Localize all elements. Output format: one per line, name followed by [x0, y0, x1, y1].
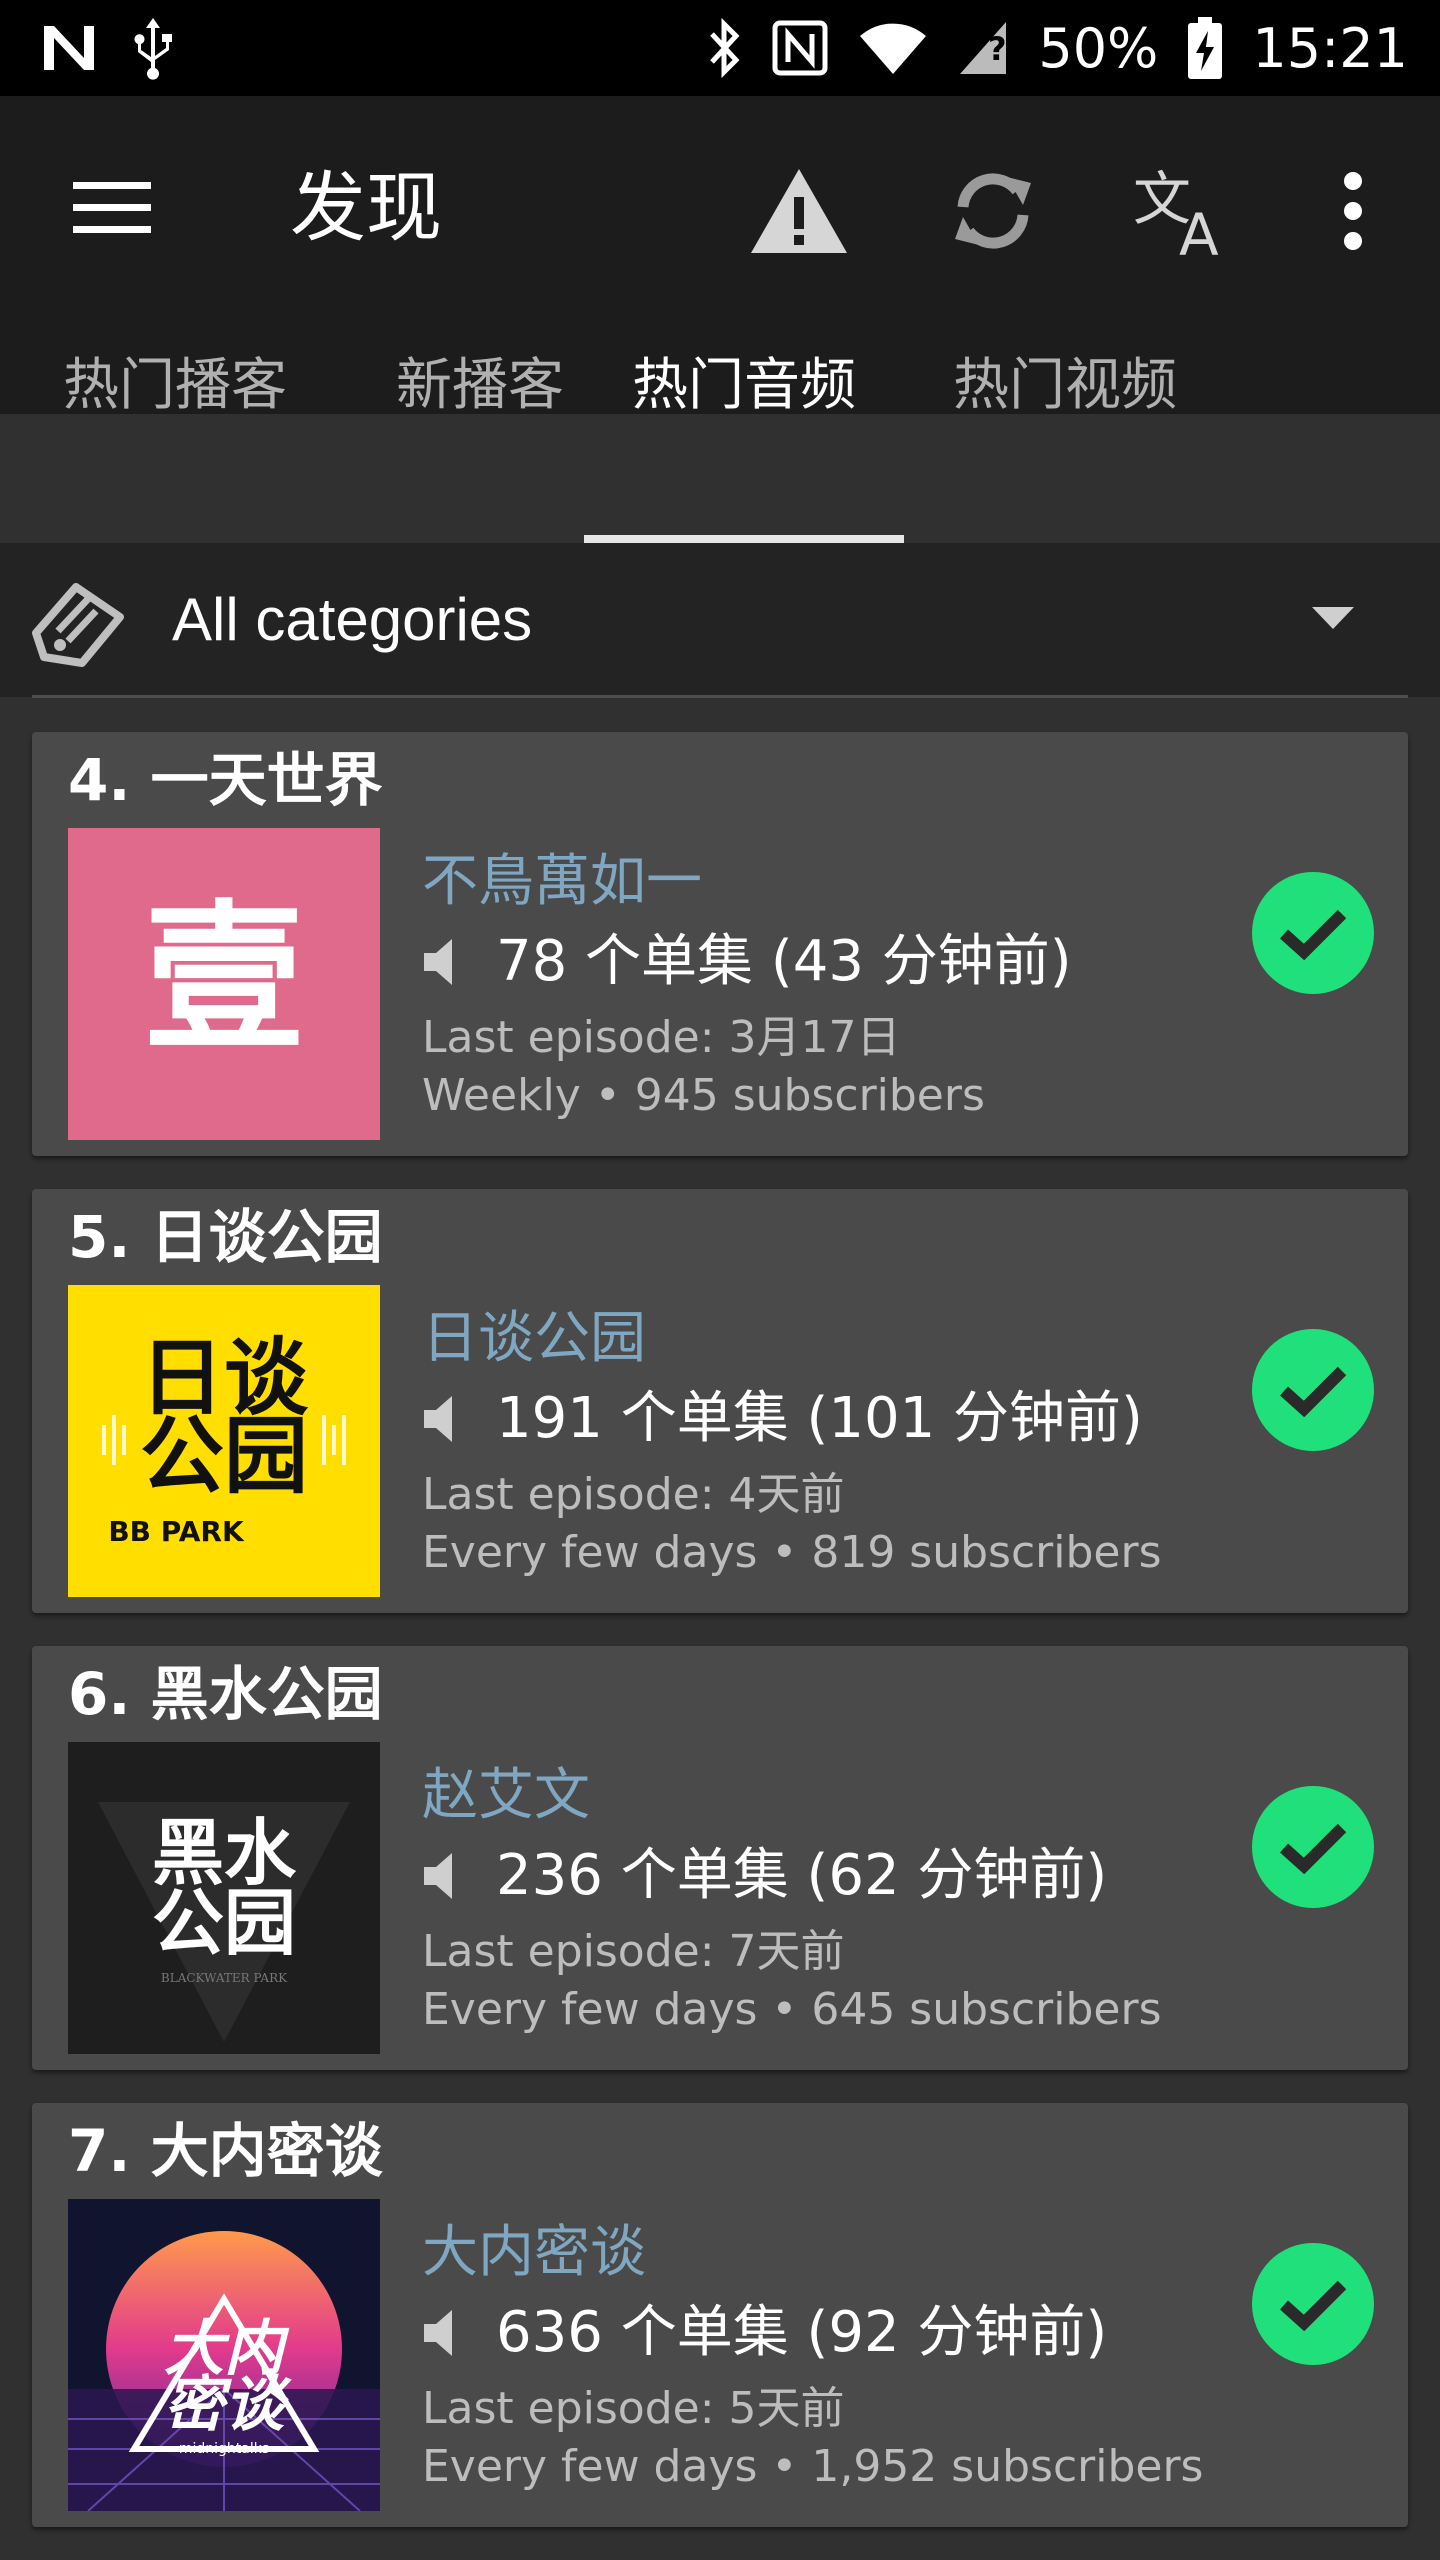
last-episode: Last episode: 4天前 [422, 1469, 845, 1520]
warning-icon[interactable] [744, 156, 854, 266]
podcast-card[interactable]: 4. 一天世界 壹 不鳥萬如一 78 个单集 (43 分钟前) Last epi… [32, 732, 1408, 1156]
podcast-author[interactable]: 赵艾文 [422, 1762, 590, 1830]
cover-art-text: 密谈 [164, 2370, 292, 2440]
speaker-icon [424, 1396, 452, 1442]
refresh-icon[interactable] [938, 156, 1048, 266]
translate-icon[interactable]: 文 A [1128, 156, 1238, 266]
nfc-icon [772, 20, 828, 76]
cover-art-text: midnightalks [179, 2441, 269, 2457]
status-time: 15:21 [1252, 16, 1408, 80]
svg-text:?: ? [988, 30, 1007, 68]
battery-percent: 50% [1038, 16, 1159, 80]
subscribed-check-icon[interactable] [1252, 1329, 1374, 1451]
svg-text:A: A [1179, 201, 1219, 259]
cover-art-text: 公园 [140, 1407, 308, 1505]
tab-bar: 热门播客 新播客 热门音频 热门视频 [0, 320, 1440, 440]
podcast-title: 6. 黑水公园 [68, 1660, 383, 1728]
cover-art-text: BB PARK [108, 1515, 245, 1548]
podcast-author[interactable]: 大内密谈 [422, 2219, 646, 2287]
tab-new-podcasts[interactable]: 新播客 [350, 320, 610, 440]
podcast-author[interactable]: 不鳥萬如一 [422, 848, 702, 916]
episode-count-text: 78 个单集 (43 分钟前) [496, 929, 1072, 994]
episode-count: 636 个单集 (92 分钟前) [422, 2299, 1107, 2367]
podcast-title: 7. 大内密谈 [68, 2117, 383, 2185]
cover-art-text: BLACKWATER PARK [161, 1971, 288, 1985]
frequency-subscribers: Weekly • 945 subscribers [422, 1070, 985, 1121]
speaker-icon [424, 1853, 452, 1899]
frequency-subscribers: Every few days • 1,952 subscribers [422, 2441, 1204, 2492]
page-title: 发现 [290, 163, 442, 252]
speaker-icon [424, 2310, 452, 2356]
wifi-icon [858, 20, 928, 76]
more-vert-icon[interactable] [1298, 156, 1408, 266]
cover-art-text: 壹 [144, 884, 304, 1072]
podcast-card[interactable]: 6. 黑水公园 黑水 公园 BLACKWATER PARK 赵艾文 236 个单… [32, 1646, 1408, 2070]
cover-art-text: 公园 [152, 1881, 296, 1965]
podcast-cover-art[interactable]: 日谈 公园 BB PARK [68, 1285, 380, 1597]
tab-top-podcasts[interactable]: 热门播客 [30, 320, 320, 440]
subscribed-check-icon[interactable] [1252, 2243, 1374, 2365]
subscribed-check-icon[interactable] [1252, 872, 1374, 994]
frequency-subscribers: Every few days • 645 subscribers [422, 1984, 1162, 2035]
notification-n-icon [40, 22, 98, 74]
podcast-card[interactable]: 7. 大内密谈 大内 密谈 midnightalks 大内密谈 636 个单集 … [32, 2103, 1408, 2527]
episode-count-text: 236 个单集 (62 分钟前) [496, 1843, 1108, 1908]
usb-icon [128, 16, 178, 80]
tab-top-video[interactable]: 热门视频 [920, 320, 1210, 440]
podcast-cover-art[interactable]: 黑水 公园 BLACKWATER PARK [68, 1742, 380, 2054]
episode-count: 236 个单集 (62 分钟前) [422, 1842, 1107, 1910]
status-bar: ? 50% 15:21 [0, 0, 1440, 96]
last-episode: Last episode: 7天前 [422, 1926, 845, 1977]
episode-count: 191 个单集 (101 分钟前) [422, 1385, 1143, 1453]
speaker-icon [424, 939, 452, 985]
signal-unknown-icon: ? [958, 20, 1008, 76]
active-tab-indicator [584, 535, 904, 543]
bluetooth-icon [706, 18, 742, 78]
tab-top-audio[interactable]: 热门音频 [584, 320, 904, 440]
subscribed-check-icon[interactable] [1252, 1786, 1374, 1908]
podcast-title: 4. 一天世界 [68, 746, 383, 814]
app-toolbar: 发现 文 A 热门播客 新播客 热门音频 热门视频 [0, 96, 1440, 418]
episode-count-text: 636 个单集 (92 分钟前) [496, 2300, 1108, 2365]
podcast-title: 5. 日谈公园 [68, 1203, 383, 1271]
tag-icon [30, 571, 126, 667]
podcast-cover-art[interactable]: 大内 密谈 midnightalks [68, 2199, 380, 2511]
podcast-author[interactable]: 日谈公园 [422, 1305, 646, 1373]
category-divider [32, 695, 1408, 698]
podcast-card[interactable]: 5. 日谈公园 日谈 公园 BB PARK 日谈公园 191 个单集 (101 … [32, 1189, 1408, 1613]
frequency-subscribers: Every few days • 819 subscribers [422, 1527, 1162, 1578]
menu-icon[interactable] [60, 156, 164, 260]
last-episode: Last episode: 5天前 [422, 2383, 845, 2434]
battery-charging-icon [1188, 17, 1223, 79]
episode-count-text: 191 个单集 (101 分钟前) [496, 1386, 1143, 1451]
last-episode: Last episode: 3月17日 [422, 1012, 901, 1063]
podcast-cover-art[interactable]: 壹 [68, 828, 380, 1140]
dropdown-arrow-icon[interactable] [1310, 603, 1356, 633]
toolbar-row: 发现 文 A [0, 96, 1440, 320]
category-selector[interactable]: All categories [0, 543, 1440, 697]
episode-count: 78 个单集 (43 分钟前) [422, 928, 1072, 996]
category-label: All categories [172, 586, 533, 653]
